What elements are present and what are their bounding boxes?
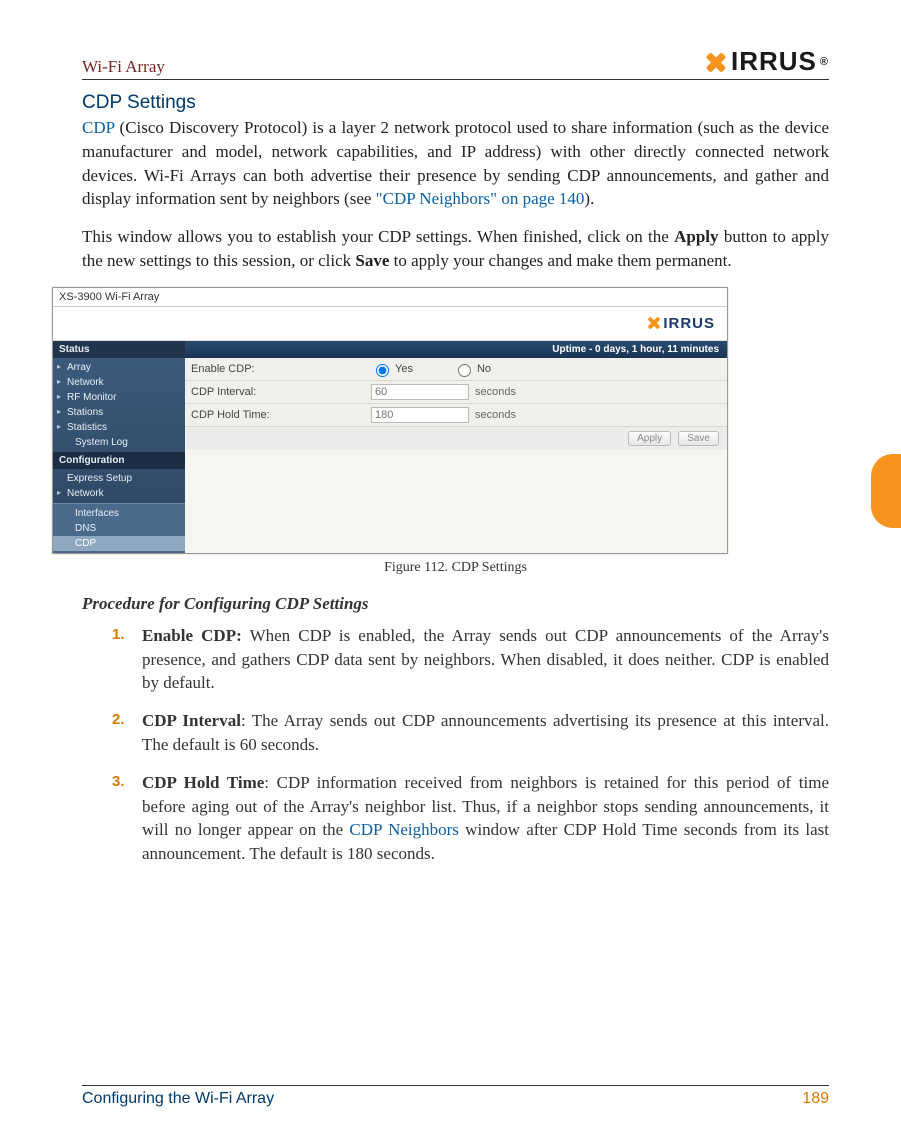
step-number-2: 2.	[112, 709, 125, 730]
label-cdp-interval: CDP Interval:	[191, 386, 371, 398]
sidebar-subitem-cdp[interactable]: CDP	[53, 536, 185, 551]
input-cdp-hold-time[interactable]	[371, 407, 469, 423]
input-cdp-interval[interactable]	[371, 384, 469, 400]
radio-yes-input[interactable]	[376, 364, 389, 377]
window-title: XS-3900 Wi-Fi Array	[53, 288, 727, 307]
sidebar-subitem-interfaces[interactable]: Interfaces	[53, 506, 185, 521]
button-row: Apply Save	[185, 427, 727, 450]
step-number-1: 1.	[112, 624, 125, 645]
procedure-step-1: 1. Enable CDP: When CDP is enabled, the …	[112, 624, 829, 695]
screenshot-brand-logo: IRRUS	[647, 315, 715, 332]
row-cdp-interval: CDP Interval: seconds	[185, 381, 727, 404]
row-enable-cdp: Enable CDP: Yes No	[185, 358, 727, 381]
procedure-step-3: 3. CDP Hold Time: CDP information receiv…	[112, 771, 829, 866]
sidebar: Array Network RF Monitor Stations Statis…	[53, 358, 185, 553]
sidebar-subitem-dns[interactable]: DNS	[53, 521, 185, 536]
apply-button[interactable]: Apply	[628, 431, 671, 446]
cdp-neighbors-link[interactable]: CDP Neighbors	[349, 820, 459, 839]
section-heading: CDP Settings	[82, 92, 829, 114]
footer-section-title: Configuring the Wi-Fi Array	[82, 1090, 274, 1108]
sidebar-item-network[interactable]: Network	[53, 375, 185, 390]
figure-caption: Figure 112. CDP Settings	[82, 560, 829, 576]
step-number-3: 3.	[112, 771, 125, 792]
header-title: Wi-Fi Array	[82, 57, 165, 77]
intro-paragraph-1: CDP (Cisco Discovery Protocol) is a laye…	[82, 116, 829, 211]
procedure-list: 1. Enable CDP: When CDP is enabled, the …	[82, 624, 829, 866]
radio-no-input[interactable]	[458, 364, 471, 377]
brand-logo: IRRUS ®	[705, 46, 829, 77]
page-footer: Configuring the Wi-Fi Array 189	[82, 1085, 829, 1108]
page-header: Wi-Fi Array IRRUS ®	[82, 46, 829, 80]
figure-cdp-settings: XS-3900 Wi-Fi Array IRRUS Status Uptime …	[52, 287, 829, 554]
status-strip: Status Uptime - 0 days, 1 hour, 11 minut…	[53, 341, 727, 358]
logo-x-icon	[705, 51, 727, 73]
radio-enable-cdp-no[interactable]: No	[453, 361, 491, 377]
sidebar-item-array[interactable]: Array	[53, 360, 185, 375]
unit-cdp-interval: seconds	[475, 386, 516, 398]
procedure-step-2: 2. CDP Interval: The Array sends out CDP…	[112, 709, 829, 757]
sidebar-item-stations[interactable]: Stations	[53, 405, 185, 420]
sidebar-config-header: Configuration	[53, 452, 185, 469]
intro-paragraph-2: This window allows you to establish your…	[82, 225, 829, 273]
screenshot-logo-bar: IRRUS	[53, 307, 727, 341]
procedure-heading: Procedure for Configuring CDP Settings	[82, 594, 829, 614]
row-cdp-hold-time: CDP Hold Time: seconds	[185, 404, 727, 427]
section-tab-icon	[871, 454, 901, 528]
sidebar-status-header: Status	[53, 341, 185, 358]
cdp-acronym-link[interactable]: CDP	[82, 118, 114, 137]
sidebar-item-network-config[interactable]: Network	[53, 486, 185, 501]
cdp-neighbors-xref-link[interactable]: "CDP Neighbors" on page 140	[376, 189, 585, 208]
sidebar-item-system-log[interactable]: System Log	[53, 435, 185, 450]
sidebar-item-rf-monitor[interactable]: RF Monitor	[53, 390, 185, 405]
radio-enable-cdp-yes[interactable]: Yes	[371, 361, 413, 377]
screenshot-container: XS-3900 Wi-Fi Array IRRUS Status Uptime …	[52, 287, 728, 554]
save-button[interactable]: Save	[678, 431, 719, 446]
unit-cdp-hold-time: seconds	[475, 409, 516, 421]
registered-mark-icon: ®	[820, 56, 829, 68]
label-cdp-hold-time: CDP Hold Time:	[191, 409, 371, 421]
settings-panel: Enable CDP: Yes No CDP Interval: seconds…	[185, 358, 727, 553]
mini-logo-x-icon	[647, 316, 661, 330]
logo-text: IRRUS	[731, 46, 817, 77]
label-enable-cdp: Enable CDP:	[191, 363, 371, 375]
sidebar-item-statistics[interactable]: Statistics	[53, 420, 185, 435]
uptime-label: Uptime - 0 days, 1 hour, 11 minutes	[185, 341, 727, 358]
page-number: 189	[802, 1090, 829, 1108]
sidebar-item-express-setup[interactable]: Express Setup	[53, 471, 185, 486]
